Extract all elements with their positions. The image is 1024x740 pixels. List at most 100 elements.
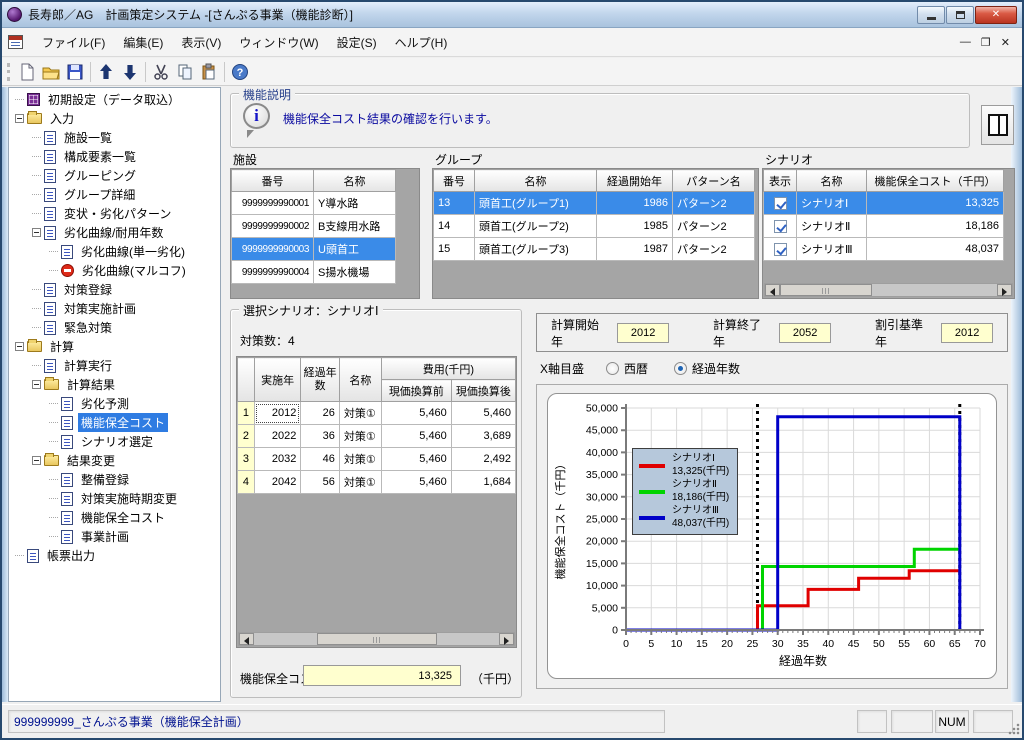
menu-item[interactable]: ヘルプ(H): [386, 29, 457, 56]
paste-button[interactable]: [197, 60, 221, 84]
tree-item[interactable]: 初期設定（データ取込）: [9, 90, 220, 109]
menu-item[interactable]: ウィンドウ(W): [230, 29, 327, 56]
calc-field-value[interactable]: 2052: [779, 323, 831, 343]
scenario-row[interactable]: シナリオⅠ13,325: [764, 192, 1004, 215]
save-button[interactable]: [63, 60, 87, 84]
tree-item[interactable]: 対策実施時期変更: [9, 489, 220, 508]
checkbox-checked-icon[interactable]: [774, 243, 787, 256]
maximize-button[interactable]: [946, 6, 974, 24]
tree-item[interactable]: 事業計画: [9, 527, 220, 546]
move-down-button[interactable]: [118, 60, 142, 84]
svg-text:40,000: 40,000: [586, 447, 618, 459]
calc-field-value[interactable]: 2012: [941, 323, 993, 343]
tree-item[interactable]: グルーピング: [9, 166, 220, 185]
menu-item[interactable]: ファイル(F): [33, 29, 114, 56]
minimize-button[interactable]: [917, 6, 945, 24]
x-axis-radio-option[interactable]: 経過年数: [674, 360, 740, 377]
table-row[interactable]: 15頭首工(グループ3)1987パターン2: [434, 238, 755, 261]
tree-item[interactable]: 整備登録: [9, 470, 220, 489]
collapse-toggle[interactable]: [32, 228, 41, 237]
tree-item[interactable]: シナリオ選定: [9, 432, 220, 451]
scroll-left-arrow[interactable]: [765, 284, 780, 296]
scenario-row[interactable]: シナリオⅢ48,037: [764, 238, 1004, 261]
table-row[interactable]: 13頭首工(グループ1)1986パターン2: [434, 192, 755, 215]
tree-item[interactable]: 劣化曲線(マルコフ): [9, 261, 220, 280]
tree-item[interactable]: 計算実行: [9, 356, 220, 375]
tree-item[interactable]: 計算: [9, 337, 220, 356]
open-button[interactable]: [39, 60, 63, 84]
tree-item[interactable]: 劣化曲線/耐用年数: [9, 223, 220, 242]
elapsed-cell: 26: [301, 402, 339, 425]
table-row[interactable]: 14頭首工(グループ2)1985パターン2: [434, 215, 755, 238]
move-up-button[interactable]: [94, 60, 118, 84]
measure-row[interactable]: 3203246対策①5,4602,492: [238, 448, 516, 471]
maintenance-cost-field[interactable]: 13,325: [303, 665, 461, 686]
tree-item[interactable]: 劣化曲線(単一劣化): [9, 242, 220, 261]
menu-item[interactable]: 表示(V): [172, 29, 230, 56]
tree-item[interactable]: 結果変更: [9, 451, 220, 470]
tree-item[interactable]: グループ詳細: [9, 185, 220, 204]
cut-button[interactable]: [149, 60, 173, 84]
mdi-child-icon[interactable]: [8, 35, 23, 49]
column-header: [238, 358, 255, 402]
table-row[interactable]: 9999999990002B支線用水路: [232, 215, 396, 238]
chart-box: 051015202530354045505560657005,00010,000…: [547, 393, 997, 679]
tree-item[interactable]: 施設一覧: [9, 128, 220, 147]
checkbox-checked-icon[interactable]: [774, 220, 787, 233]
collapse-toggle[interactable]: [32, 456, 41, 465]
checkbox-checked-icon[interactable]: [774, 197, 787, 210]
radio-button[interactable]: [674, 362, 687, 375]
collapse-toggle[interactable]: [32, 380, 41, 389]
scroll-thumb[interactable]: [317, 633, 437, 645]
toolbar-separator: [90, 62, 91, 82]
tree-item[interactable]: 対策実施計画: [9, 299, 220, 318]
tree-item[interactable]: 構成要素一覧: [9, 147, 220, 166]
calc-field-label: 割引基準年: [875, 316, 923, 350]
scroll-right-arrow[interactable]: [499, 633, 514, 645]
scroll-left-arrow[interactable]: [239, 633, 254, 645]
measure-row[interactable]: 1201226対策①5,4605,460: [238, 402, 516, 425]
split-view-button[interactable]: [981, 105, 1014, 145]
tree-item[interactable]: 変状・劣化パターン: [9, 204, 220, 223]
x-axis-radio-option[interactable]: 西暦: [606, 360, 648, 377]
copy-button[interactable]: [173, 60, 197, 84]
measure-row[interactable]: 4204256対策①5,4601,684: [238, 471, 516, 494]
table-row[interactable]: 9999999990001Y導水路: [232, 192, 396, 215]
scroll-right-arrow[interactable]: [997, 284, 1012, 296]
scenario-row[interactable]: シナリオⅡ18,186: [764, 215, 1004, 238]
table-row[interactable]: 9999999990003U頭首工: [232, 238, 396, 261]
radio-button[interactable]: [606, 362, 619, 375]
folder-icon: [27, 113, 42, 124]
scenario-visible-cell: [764, 192, 797, 215]
collapse-toggle[interactable]: [15, 114, 24, 123]
menu-item[interactable]: 編集(E): [114, 29, 172, 56]
table-cell: B支線用水路: [314, 215, 396, 238]
mdi-restore-button[interactable]: ❐: [981, 36, 991, 49]
measure-row[interactable]: 2202236対策①5,4603,689: [238, 425, 516, 448]
tree-item[interactable]: 計算結果: [9, 375, 220, 394]
exec-year-cell: 2042: [254, 471, 301, 494]
tree-item[interactable]: 対策登録: [9, 280, 220, 299]
calc-field-value[interactable]: 2012: [617, 323, 669, 343]
table-row[interactable]: 9999999990004S揚水機場: [232, 261, 396, 284]
tree-item[interactable]: 帳票出力: [9, 546, 220, 565]
tree-item[interactable]: 機能保全コスト: [9, 508, 220, 527]
mdi-close-button[interactable]: ✕: [1001, 36, 1010, 49]
tree-item[interactable]: 緊急対策: [9, 318, 220, 337]
help-button[interactable]: ?: [228, 60, 252, 84]
window-title: 長寿郎／AG 計画策定システム -[さんぷる事業（機能診断）]: [28, 6, 353, 23]
collapse-toggle[interactable]: [15, 342, 24, 351]
table-cell: 頭首工(グループ2): [475, 215, 597, 238]
measures-hscrollbar[interactable]: [238, 632, 515, 646]
scroll-thumb[interactable]: [780, 284, 872, 296]
scenario-hscrollbar[interactable]: [764, 283, 1013, 297]
mdi-minimize-button[interactable]: —: [960, 36, 971, 48]
resize-grip[interactable]: [1007, 722, 1020, 735]
menu-item[interactable]: 設定(S): [328, 29, 386, 56]
tree-item[interactable]: 機能保全コスト: [9, 413, 220, 432]
svg-text:70: 70: [974, 638, 986, 650]
tree-item[interactable]: 入力: [9, 109, 220, 128]
close-button[interactable]: ✕: [975, 6, 1017, 24]
tree-item[interactable]: 劣化予測: [9, 394, 220, 413]
new-document-button[interactable]: [15, 60, 39, 84]
